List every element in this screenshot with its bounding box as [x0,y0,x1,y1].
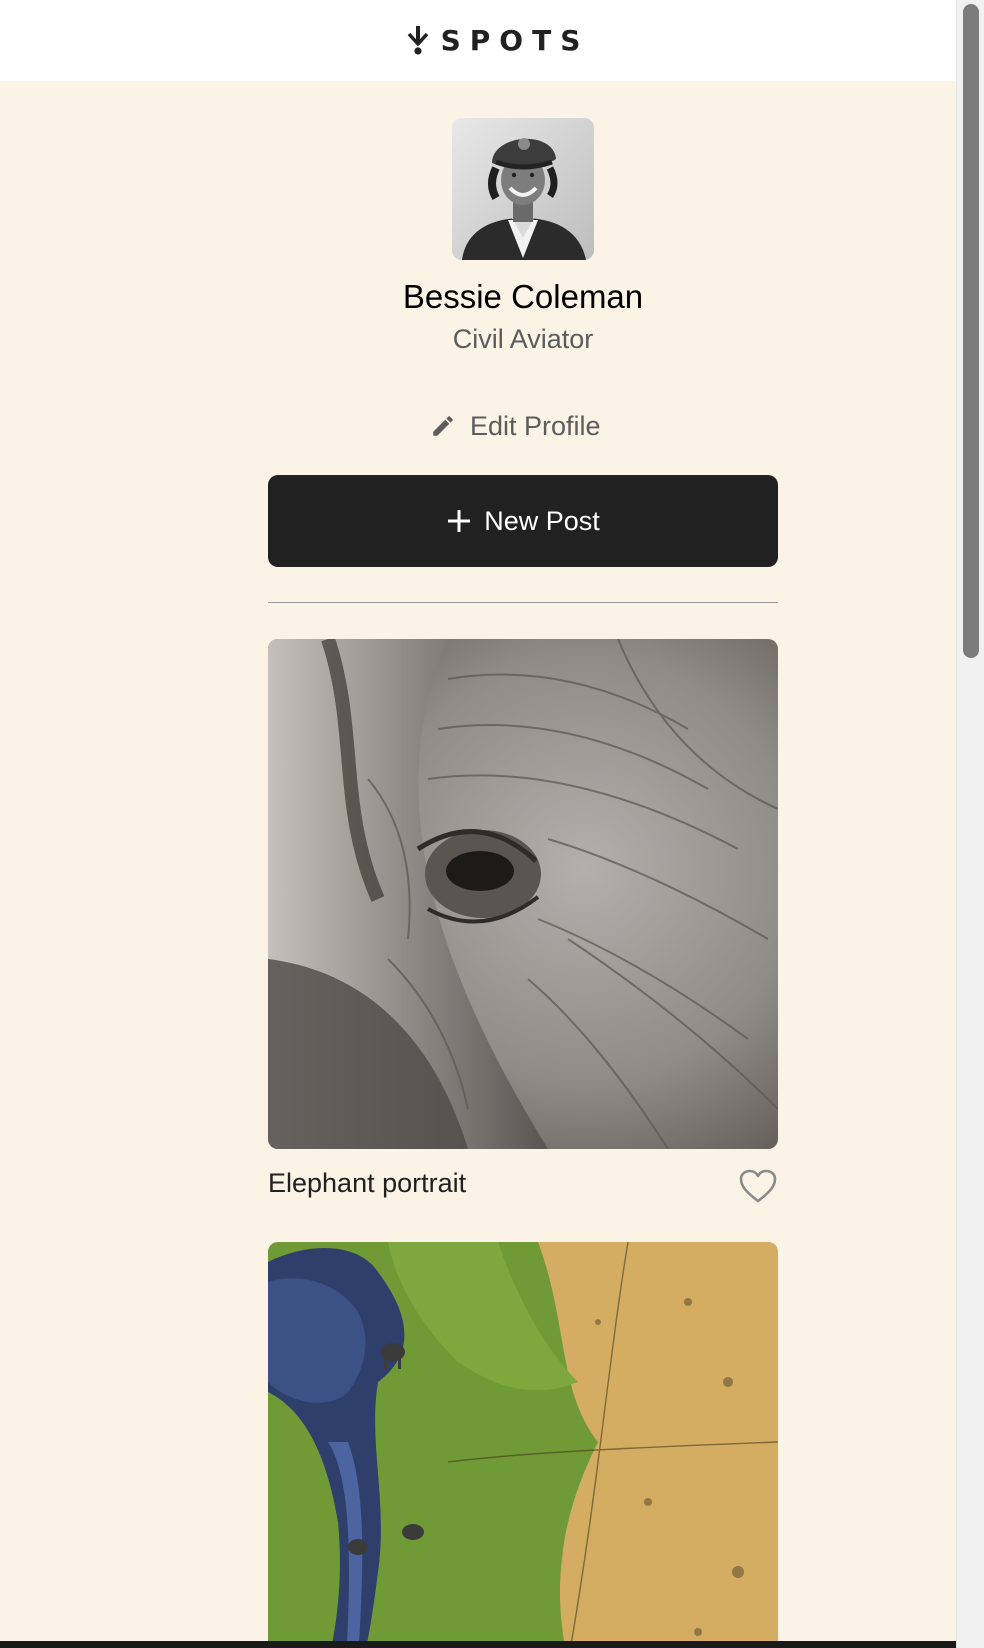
scrollbar-thumb[interactable] [963,4,979,658]
profile-avatar-photo [452,118,594,260]
page-content: Bessie Coleman Civil Aviator Edit Profil… [0,81,956,1648]
heart-outline-icon [739,1169,777,1203]
pencil-icon [433,416,453,436]
new-post-label: New Post [484,505,600,536]
card-image-aerial[interactable] [268,1242,778,1648]
aerial-river-elephants-photo [268,1242,778,1648]
section-divider [268,602,778,603]
plus-icon [448,510,471,532]
window-bottom-edge [0,1641,956,1648]
profile-avatar [452,118,594,260]
edit-profile-button[interactable]: Edit Profile [430,408,601,444]
card-image-elephant-portrait[interactable] [268,639,778,1149]
new-post-button[interactable]: New Post [268,475,778,567]
spots-logo[interactable]: SPOTS [407,24,590,57]
spots-logo-icon [407,25,428,55]
vertical-scrollbar[interactable] [956,0,984,1648]
like-button[interactable] [738,1168,778,1204]
profile-name: Bessie Coleman [402,278,644,315]
elephant-eye-closeup-photo [268,639,778,1149]
site-header: SPOTS [0,0,956,81]
logo-text: SPOTS [440,24,590,57]
card-title: Elephant portrait [268,1168,467,1198]
profile-description: Civil Aviator [452,324,594,354]
edit-profile-label: Edit Profile [470,410,601,441]
